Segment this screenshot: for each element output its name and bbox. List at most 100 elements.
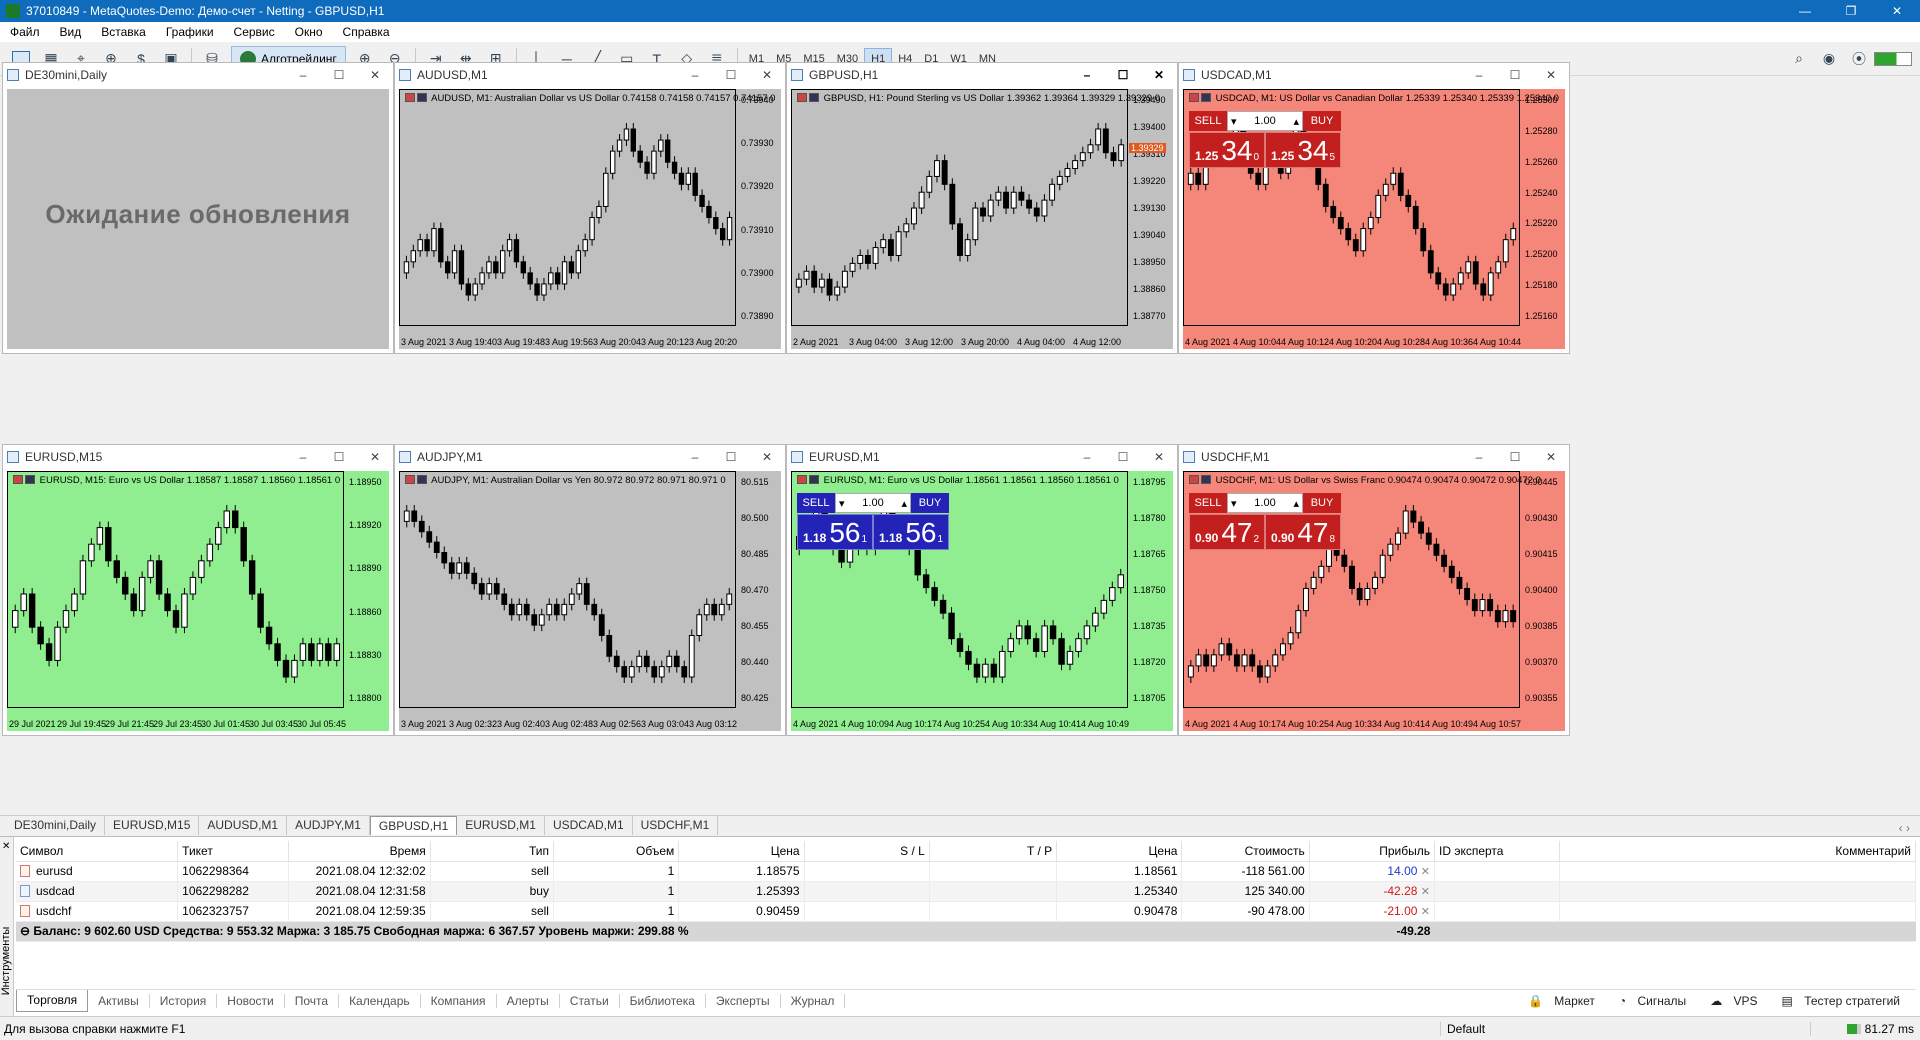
chart-window-de30[interactable]: DE30mini,Daily – ☐ ✕ Ожидание обновления — [2, 62, 394, 354]
volume-field[interactable]: ▾ 1.00 ▴ — [1227, 493, 1303, 513]
col-type[interactable]: Тип — [430, 841, 554, 862]
trade-tp[interactable] — [929, 861, 1058, 882]
account-icon[interactable]: ◉ — [1816, 46, 1842, 72]
trade-row[interactable]: eurusd 1062298364 2021.08.04 12:32:02 se… — [16, 861, 1916, 882]
sell-button[interactable]: SELL — [797, 493, 835, 513]
chart-tab-de30[interactable]: DE30mini,Daily — [6, 816, 106, 835]
bid-price[interactable]: 1.25 34 0 — [1189, 132, 1265, 168]
minimize-icon[interactable]: – — [1069, 68, 1105, 82]
col-ticket[interactable]: Тикет — [177, 841, 290, 862]
chart-window-audjpy[interactable]: AUDJPY,M1 – ☐ ✕ AUDJPY, M1: Australian Doll… — [394, 444, 786, 736]
tab-calendar[interactable]: Календарь — [339, 993, 421, 1008]
close-position-icon[interactable]: ✕ — [1421, 906, 1430, 918]
close-position-icon[interactable]: ✕ — [1421, 866, 1430, 878]
minimize-icon[interactable]: – — [1069, 450, 1105, 464]
col-tp[interactable]: T / P — [929, 841, 1058, 862]
trade-tp[interactable] — [929, 901, 1058, 922]
menu-file[interactable]: Файл — [0, 25, 50, 39]
minimize-icon[interactable]: – — [1461, 68, 1497, 82]
chart-tab-audjpy[interactable]: AUDJPY,M1 — [287, 816, 370, 835]
col-time[interactable]: Время — [288, 841, 431, 862]
market-link[interactable]: 🔒 Маркет — [1520, 994, 1611, 1008]
trade-sl[interactable] — [804, 861, 930, 882]
close-position-icon[interactable]: ✕ — [1421, 886, 1430, 898]
search-icon[interactable]: ⌕ — [1786, 46, 1812, 72]
trade-tp[interactable] — [929, 881, 1058, 902]
maximize-icon[interactable]: ☐ — [1105, 450, 1141, 464]
chart-plot[interactable]: AUDJPY, M1: Australian Dollar vs Yen 80.… — [399, 471, 781, 731]
maximize-icon[interactable]: ☐ — [1497, 68, 1533, 82]
tab-scroll-arrows[interactable]: ‹ › — [1899, 821, 1920, 835]
chart-tab-usdchf[interactable]: USDCHF,M1 — [633, 816, 719, 835]
tab-alerts[interactable]: Алерты — [497, 993, 560, 1008]
chart-window-eurusd-m1[interactable]: EURUSD,M1 – ☐ ✕ EURUSD, M1: Euro vs US Doll… — [786, 444, 1178, 736]
trade-sl[interactable] — [804, 881, 930, 902]
tab-journal[interactable]: Журнал — [781, 993, 846, 1008]
chart-window-usdchf[interactable]: USDCHF,M1 – ☐ ✕ USDCHF, M1: US Dollar vs Sw… — [1178, 444, 1570, 736]
maximize-icon[interactable]: ☐ — [1105, 68, 1141, 82]
col-price[interactable]: Цена — [678, 841, 805, 862]
volume-up-icon[interactable]: ▴ — [901, 497, 907, 510]
menu-help[interactable]: Справка — [333, 25, 400, 39]
buy-button[interactable]: BUY — [1303, 493, 1341, 513]
chart-window-eurusd-m15[interactable]: EURUSD,M15 – ☐ ✕ EURUSD, M15: Euro vs US Do… — [2, 444, 394, 736]
volume-up-icon[interactable]: ▴ — [1293, 115, 1299, 128]
chart-plot[interactable]: GBPUSD, H1: Pound Sterling vs US Dollar … — [791, 89, 1173, 349]
chart-window-usdcad[interactable]: USDCAD,M1 – ☐ ✕ USDCAD, M1: US Dollar vs Ca… — [1178, 62, 1570, 354]
close-icon[interactable]: ✕ — [357, 68, 393, 82]
col-sl[interactable]: S / L — [804, 841, 930, 862]
chart-plot[interactable]: Ожидание обновления — [7, 89, 389, 349]
menu-charts[interactable]: Графики — [156, 25, 224, 39]
sell-button[interactable]: SELL — [1189, 493, 1227, 513]
collapse-icon[interactable]: ⊖ — [20, 924, 33, 938]
chart-plot[interactable]: USDCAD, M1: US Dollar vs Canadian Dollar… — [1183, 89, 1565, 349]
menu-tools[interactable]: Сервис — [224, 25, 285, 39]
volume-up-icon[interactable]: ▴ — [1293, 497, 1299, 510]
chart-plot[interactable]: USDCHF, M1: US Dollar vs Swiss Franc 0.9… — [1183, 471, 1565, 731]
minimize-icon[interactable]: – — [1461, 450, 1497, 464]
volume-field[interactable]: ▾ 1.00 ▴ — [835, 493, 911, 513]
buy-button[interactable]: BUY — [911, 493, 949, 513]
tab-company[interactable]: Компания — [421, 993, 497, 1008]
chart-tab-usdcad[interactable]: USDCAD,M1 — [545, 816, 633, 835]
close-icon[interactable]: ✕ — [1533, 450, 1569, 464]
close-icon[interactable]: ✕ — [749, 450, 785, 464]
tab-assets[interactable]: Активы — [88, 993, 150, 1008]
trade-sl[interactable] — [804, 901, 930, 922]
tab-library[interactable]: Библиотека — [620, 993, 706, 1008]
menu-insert[interactable]: Вставка — [91, 25, 156, 39]
close-icon[interactable]: ✕ — [1141, 450, 1177, 464]
maximize-icon[interactable]: ☐ — [321, 450, 357, 464]
bid-price[interactable]: 1.18 56 1 — [797, 514, 873, 550]
minimize-icon[interactable]: – — [285, 68, 321, 82]
volume-down-icon[interactable]: ▾ — [839, 497, 845, 510]
close-icon[interactable]: ✕ — [749, 68, 785, 82]
menu-view[interactable]: Вид — [50, 25, 92, 39]
signals-link[interactable]: ◔ Сигналы — [1611, 994, 1702, 1008]
chart-tab-audusd[interactable]: AUDUSD,M1 — [199, 816, 288, 835]
col-symbol[interactable]: Символ — [16, 841, 179, 862]
tab-experts[interactable]: Эксперты — [706, 993, 781, 1008]
ask-price[interactable]: 1.18 56 1 — [873, 514, 949, 550]
trade-row[interactable]: usdcad 1062298282 2021.08.04 12:31:58 bu… — [16, 881, 1916, 902]
col-value[interactable]: Стоимость — [1181, 841, 1310, 862]
maximize-icon[interactable]: ☐ — [713, 450, 749, 464]
col-current-price[interactable]: Цена — [1056, 841, 1183, 862]
volume-down-icon[interactable]: ▾ — [1231, 497, 1237, 510]
menu-window[interactable]: Окно — [285, 25, 333, 39]
volume-down-icon[interactable]: ▾ — [1231, 115, 1237, 128]
tab-articles[interactable]: Статьи — [560, 993, 620, 1008]
maximize-button[interactable]: ❐ — [1828, 0, 1874, 22]
close-icon[interactable]: ✕ — [1141, 68, 1177, 82]
minimize-icon[interactable]: – — [677, 68, 713, 82]
volume-field[interactable]: ▾ 1.00 ▴ — [1227, 111, 1303, 131]
tab-news[interactable]: Новости — [217, 993, 285, 1008]
chart-tab-gbpusd[interactable]: GBPUSD,H1 — [369, 816, 458, 835]
ask-price[interactable]: 0.90 47 8 — [1265, 514, 1341, 550]
minimize-button[interactable]: — — [1782, 0, 1828, 22]
tab-history[interactable]: История — [150, 993, 218, 1008]
col-comment[interactable]: Комментарий — [1559, 841, 1916, 862]
minimize-icon[interactable]: – — [677, 450, 713, 464]
maximize-icon[interactable]: ☐ — [321, 68, 357, 82]
chart-tab-eurusd-m15[interactable]: EURUSD,M15 — [105, 816, 200, 835]
